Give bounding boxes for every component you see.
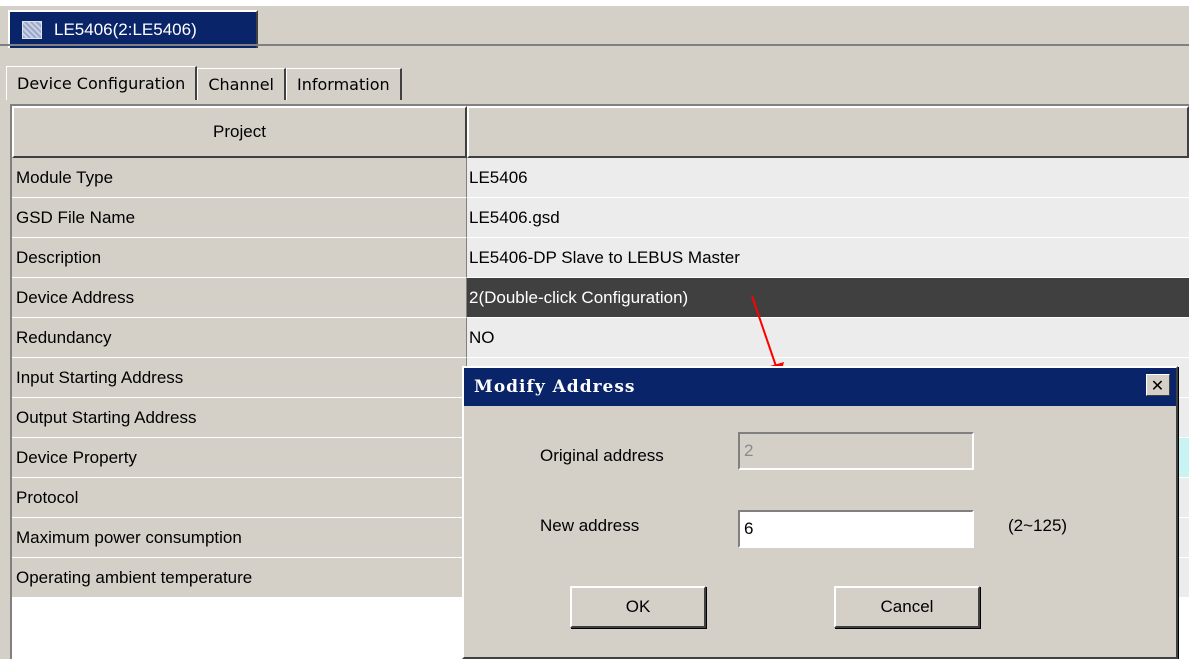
row-key: Input Starting Address bbox=[12, 358, 467, 398]
tab-channel[interactable]: Channel bbox=[197, 68, 286, 100]
tab-information[interactable]: Information bbox=[286, 68, 402, 100]
row-key: GSD File Name bbox=[12, 198, 467, 238]
original-address-field: 2 bbox=[738, 432, 974, 470]
table-row[interactable]: Redundancy NO bbox=[12, 318, 1189, 358]
table-row[interactable]: Description LE5406-DP Slave to LEBUS Mas… bbox=[12, 238, 1189, 278]
row-key: Redundancy bbox=[12, 318, 467, 358]
table-row[interactable]: GSD File Name LE5406.gsd bbox=[12, 198, 1189, 238]
column-header-value[interactable] bbox=[467, 106, 1189, 158]
close-button[interactable]: ✕ bbox=[1146, 374, 1170, 396]
module-icon bbox=[22, 21, 42, 39]
column-header-project[interactable]: Project bbox=[12, 106, 467, 158]
new-address-label: New address bbox=[540, 516, 640, 535]
table-row[interactable]: Module Type LE5406 bbox=[12, 158, 1189, 198]
row-key: Maximum power consumption bbox=[12, 518, 467, 558]
row-value: NO bbox=[467, 318, 1189, 358]
tab-bar: Device Configuration Channel Information bbox=[6, 66, 402, 100]
row-key: Protocol bbox=[12, 478, 467, 518]
document-tab[interactable]: LE5406(2:LE5406) bbox=[8, 10, 258, 48]
ok-button[interactable]: OK bbox=[570, 586, 706, 628]
row-key: Device Address bbox=[12, 278, 467, 318]
device-address-value[interactable]: 2(Double-click Configuration) bbox=[467, 278, 1189, 318]
new-address-input[interactable]: 6 bbox=[738, 510, 974, 548]
dialog-title: Modify Address bbox=[474, 377, 636, 397]
row-key: Module Type bbox=[12, 158, 467, 198]
dialog-title-bar[interactable]: Modify Address ✕ bbox=[464, 368, 1176, 406]
original-address-label: Original address bbox=[540, 446, 664, 465]
row-value: LE5406-DP Slave to LEBUS Master bbox=[467, 238, 1189, 278]
row-key: Output Starting Address bbox=[12, 398, 467, 438]
row-value: LE5406.gsd bbox=[467, 198, 1189, 238]
table-row-device-address[interactable]: Device Address 2(Double-click Configurat… bbox=[12, 278, 1189, 318]
row-key: Device Property bbox=[12, 438, 467, 478]
grid-header: Project bbox=[12, 106, 1189, 158]
document-tab-label: LE5406(2:LE5406) bbox=[54, 20, 197, 39]
modify-address-dialog: Modify Address ✕ Original address 2 New … bbox=[462, 366, 1178, 659]
row-key: Operating ambient temperature bbox=[12, 558, 467, 598]
divider bbox=[0, 44, 1189, 46]
row-value: LE5406 bbox=[467, 158, 1189, 198]
cancel-button[interactable]: Cancel bbox=[834, 586, 980, 628]
document-tab-strip: LE5406(2:LE5406) bbox=[0, 0, 1189, 48]
close-icon: ✕ bbox=[1150, 375, 1166, 395]
row-key: Description bbox=[12, 238, 467, 278]
tab-device-configuration[interactable]: Device Configuration bbox=[6, 66, 198, 100]
range-hint: (2~125) bbox=[1008, 516, 1068, 535]
